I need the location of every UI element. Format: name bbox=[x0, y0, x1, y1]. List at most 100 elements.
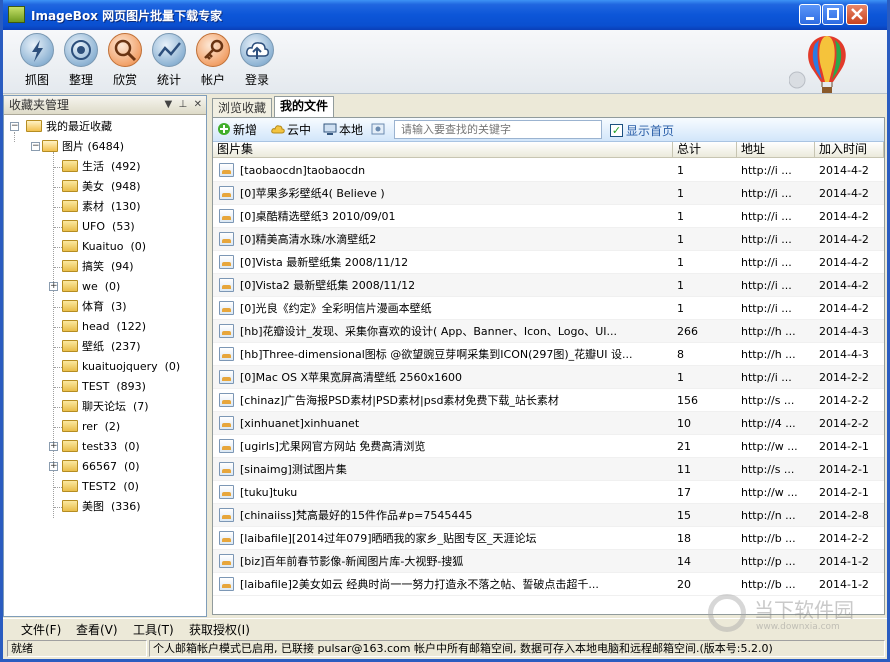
tree-item[interactable]: 66567 (0) bbox=[62, 457, 140, 477]
toolbar-login-button[interactable]: 登录 bbox=[235, 33, 279, 91]
tree-item[interactable]: 美女 (948) bbox=[62, 177, 141, 197]
tree-item[interactable]: rer (2) bbox=[62, 417, 120, 437]
toolbar-organize-button[interactable]: 整理 bbox=[59, 33, 103, 91]
cell-collection-name: [0]Vista 最新壁纸集 2008/11/12 bbox=[240, 256, 409, 269]
panel-dropdown-button[interactable]: ▼ bbox=[164, 99, 172, 110]
tree-item[interactable]: 壁纸 (237) bbox=[62, 337, 141, 357]
tree-item[interactable]: kuaituojquery (0) bbox=[62, 357, 180, 377]
folder-icon bbox=[62, 240, 78, 252]
tree-item[interactable]: 素材 (130) bbox=[62, 197, 141, 217]
close-button[interactable] bbox=[846, 4, 868, 25]
minimize-button[interactable] bbox=[799, 4, 821, 25]
table-row[interactable]: [0]精美高清水珠/水滴壁纸2 1 http://i ... 2014-4-2 bbox=[213, 228, 884, 251]
menu-file[interactable]: 文件(F) bbox=[21, 621, 61, 638]
folder-icon bbox=[62, 380, 78, 392]
tree-item[interactable]: test33 (0) bbox=[62, 437, 140, 457]
menu-license[interactable]: 获取授权(I) bbox=[189, 621, 250, 638]
tree-expander[interactable]: − bbox=[10, 122, 19, 131]
tree-item-label: 体育 bbox=[82, 300, 104, 313]
menu-tools[interactable]: 工具(T) bbox=[133, 621, 174, 638]
table-row[interactable]: [0]Mac OS X苹果宽屏高清壁纸 2560x1600 1 http://i .… bbox=[213, 366, 884, 389]
table-row[interactable]: [taobaocdn]taobaocdn 1 http://i ... 2014-4-… bbox=[213, 159, 884, 182]
tree-item[interactable]: we (0) bbox=[62, 277, 120, 297]
column-header-address[interactable]: 地址 bbox=[737, 142, 815, 158]
menu-view[interactable]: 查看(V) bbox=[76, 621, 118, 638]
tree-item[interactable]: Kuaituo (0) bbox=[62, 237, 146, 257]
tree-item-count: (53) bbox=[112, 220, 135, 233]
tree-item-label: UFO bbox=[82, 220, 106, 233]
settings-button[interactable] bbox=[371, 122, 387, 138]
local-button[interactable]: 本地 bbox=[323, 122, 363, 138]
title-bar[interactable]: ImageBox 网页图片批量下载专家 bbox=[3, 0, 887, 30]
tree-item[interactable]: TEST (893) bbox=[62, 377, 146, 397]
tree-item[interactable]: 聊天论坛 (7) bbox=[62, 397, 149, 417]
tree-item-count: (0) bbox=[130, 240, 147, 253]
table-row[interactable]: [0]桌酷精选壁纸3 2010/09/01 1 http://i ... 2014-4… bbox=[213, 205, 884, 228]
tree-item-recent[interactable]: 我的最近收藏 bbox=[26, 117, 112, 137]
table-row[interactable]: [chinaz]广告海报PSD素材|PSD素材|psd素材免费下载_站长素材 15… bbox=[213, 389, 884, 412]
folder-icon bbox=[62, 220, 78, 232]
panel-pin-button[interactable]: ⊥ bbox=[179, 99, 188, 110]
table-row[interactable]: [0]Vista 最新壁纸集 2008/11/12 1 http://i ... 20… bbox=[213, 251, 884, 274]
table-row[interactable]: [0]Vista2 最新壁纸集 2008/11/12 1 http://i ... 2… bbox=[213, 274, 884, 297]
table-row[interactable]: [sinaimg]测试图片集 11 http://s ... 2014-2-1 bbox=[213, 458, 884, 481]
cell-total: 11 bbox=[677, 463, 691, 476]
cell-date: 2014-4-3 bbox=[819, 348, 869, 361]
chart-icon bbox=[152, 33, 186, 67]
tree-item-count: (0) bbox=[124, 460, 140, 473]
image-collection-icon bbox=[219, 462, 234, 476]
table-row[interactable]: [laibafile]2美女如云 经典时尚一一努力打造永不落之帖、誓破点击超千.… bbox=[213, 573, 884, 596]
new-button[interactable]: 新增 bbox=[217, 122, 257, 138]
toolbar-stats-button[interactable]: 统计 bbox=[147, 33, 191, 91]
search-input[interactable] bbox=[394, 120, 602, 139]
cloud-button[interactable]: 云中 bbox=[271, 122, 311, 138]
cell-address: http://i ... bbox=[741, 187, 792, 200]
column-header-collection[interactable]: 图片集 bbox=[213, 142, 673, 158]
tree-item[interactable]: 美图 (336) bbox=[62, 497, 141, 517]
tree-item[interactable]: 生活 (492) bbox=[62, 157, 141, 177]
tab-browse-favorites[interactable]: 浏览收藏 bbox=[212, 98, 273, 117]
table-row[interactable]: [hb]花瓣设计_发现、采集你喜欢的设计( App、Banner、Icon、Lo… bbox=[213, 320, 884, 343]
cell-date: 2014-4-2 bbox=[819, 187, 869, 200]
tree-item[interactable]: TEST2 (0) bbox=[62, 477, 139, 497]
tree-expander[interactable]: − bbox=[31, 142, 40, 151]
cell-total: 1 bbox=[677, 256, 684, 269]
folder-icon bbox=[62, 420, 78, 432]
cell-address: http://p ... bbox=[741, 555, 796, 568]
tab-my-files[interactable]: 我的文件 bbox=[274, 96, 335, 118]
table-row[interactable]: [0]苹果多彩壁纸4( Believe ) 1 http://i ... 2014-4… bbox=[213, 182, 884, 205]
tree-expander[interactable]: + bbox=[49, 282, 58, 291]
tree-item-label: 聊天论坛 bbox=[82, 400, 126, 413]
table-row[interactable]: [0]光良《约定》全彩明信片漫画本壁纸 1 http://i ... 2014-4-2 bbox=[213, 297, 884, 320]
toolbar-account-button[interactable]: 帐户 bbox=[191, 33, 235, 91]
image-collection-icon bbox=[219, 531, 234, 545]
maximize-button[interactable] bbox=[822, 4, 844, 25]
tree-item-label: 生活 bbox=[82, 160, 104, 173]
table-row[interactable]: [biz]百年前春节影像-新闻图片库-大视野-搜狐 14 http://p ... 2… bbox=[213, 550, 884, 573]
tree-item[interactable]: head (122) bbox=[62, 317, 146, 337]
toolbar-view-button[interactable]: 欣赏 bbox=[103, 33, 147, 91]
tree-item[interactable]: 搞笑 (94) bbox=[62, 257, 134, 277]
folder-icon bbox=[62, 180, 78, 192]
tree-expander[interactable]: + bbox=[49, 442, 58, 451]
table-row[interactable]: [ugirls]尤果网官方网站 免费高清浏览 21 http://w ... 2014… bbox=[213, 435, 884, 458]
tree-expander[interactable]: + bbox=[49, 462, 58, 471]
tree-item[interactable]: UFO (53) bbox=[62, 217, 135, 237]
toolbar-capture-button[interactable]: 抓图 bbox=[15, 33, 59, 91]
tree-item-images[interactable]: 图片 (6484) bbox=[42, 137, 124, 157]
show-home-checkbox[interactable]: ✓ bbox=[610, 124, 623, 137]
cell-date: 2014-2-2 bbox=[819, 394, 869, 407]
table-row[interactable]: [xinhuanet]xinhuanet 10 http://4 ... 2014-2… bbox=[213, 412, 884, 435]
show-home-label[interactable]: 显示首页 bbox=[626, 122, 674, 139]
column-header-date[interactable]: 加入时间 bbox=[815, 142, 884, 158]
column-header-total[interactable]: 总计 bbox=[673, 142, 737, 158]
image-collection-icon bbox=[219, 255, 234, 269]
folder-icon bbox=[62, 400, 78, 412]
table-row[interactable]: [hb]Three-dimensional图标 @欲望豌豆芽啊采集到ICON(2… bbox=[213, 343, 884, 366]
table-row[interactable]: [tuku]tuku 17 http://w ... 2014-2-1 bbox=[213, 481, 884, 504]
panel-close-button[interactable]: ✕ bbox=[194, 99, 202, 110]
cell-total: 1 bbox=[677, 279, 684, 292]
tree-item[interactable]: 体育 (3) bbox=[62, 297, 127, 317]
table-row[interactable]: [laibafile][2014过年079]晒晒我的家乡_贴图专区_天涯论坛 18… bbox=[213, 527, 884, 550]
table-row[interactable]: [chinaiiss]梵高最好的15件作品#p=7545445 15 http://… bbox=[213, 504, 884, 527]
